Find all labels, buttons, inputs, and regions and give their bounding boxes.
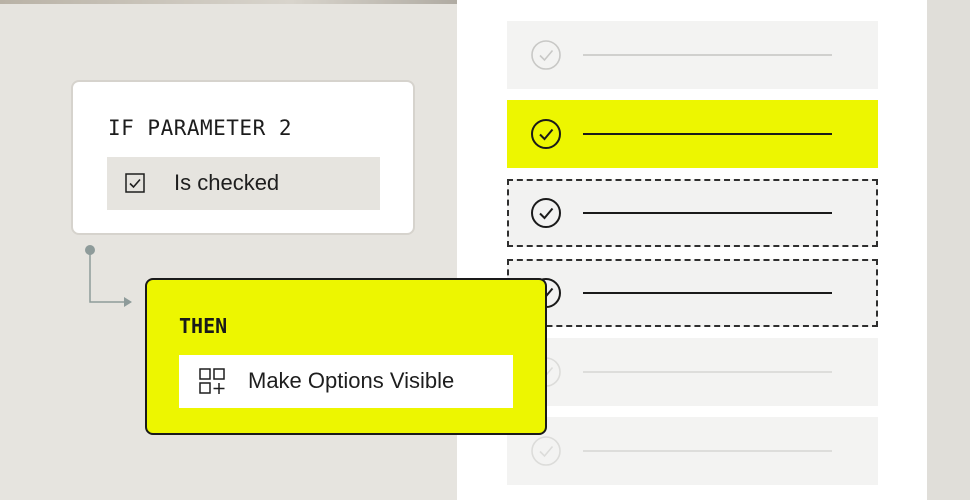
checkbox-checked-icon[interactable] <box>125 173 145 193</box>
condition-label: Is checked <box>174 170 280 195</box>
option-line <box>583 212 832 214</box>
action-label: Make Options Visible <box>248 368 455 393</box>
action-card: THEN Make Options Visible <box>145 278 547 435</box>
option-row-1 <box>507 21 878 89</box>
check-circle-icon <box>531 40 561 70</box>
option-line <box>583 292 832 294</box>
option-line <box>583 133 832 135</box>
right-background <box>927 0 970 500</box>
check-circle-icon <box>531 198 561 228</box>
action-title: THEN <box>179 314 228 338</box>
action-row[interactable]: Make Options Visible <box>179 355 513 408</box>
add-grid-icon <box>199 368 225 394</box>
option-row-3 <box>507 179 878 247</box>
condition-card: IF PARAMETER 2 Is checked <box>71 80 415 235</box>
check-circle-icon <box>531 119 561 149</box>
option-row-5 <box>507 338 878 406</box>
option-line <box>583 371 832 373</box>
option-line <box>583 450 832 452</box>
option-row-4 <box>507 259 878 327</box>
check-circle-icon <box>531 436 561 466</box>
flow-connector <box>85 245 132 307</box>
option-row-6 <box>507 417 878 485</box>
condition-title: IF PARAMETER 2 <box>108 116 293 140</box>
option-row-2 <box>507 100 878 168</box>
condition-row[interactable]: Is checked <box>107 157 380 210</box>
option-line <box>583 54 832 56</box>
